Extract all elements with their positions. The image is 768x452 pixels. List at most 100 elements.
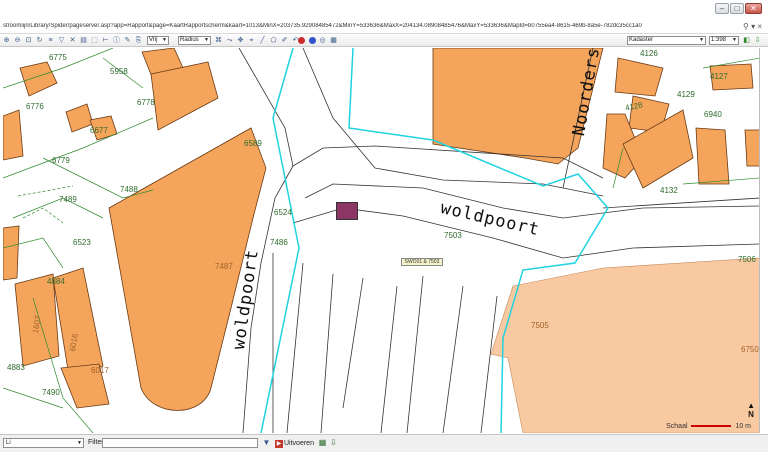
parcel-label: 6589 xyxy=(244,139,262,148)
clear-icon[interactable]: ✕ xyxy=(68,36,77,45)
layer-select[interactable]: Li ▼ xyxy=(3,438,84,448)
toolbar-icons-3: ◎ ▦ xyxy=(318,36,338,45)
zoom-in-icon[interactable]: ⊕ xyxy=(2,36,11,45)
measure-icon[interactable]: ⊢ xyxy=(101,36,110,45)
info-icon[interactable]: ⓘ xyxy=(112,36,121,45)
toolbar-icons: ⊕ ⊖ ⊡ ↻ ≡ ▽ ✕ ▤ ⬚ ⊢ ⓘ ✎ ⎘ xyxy=(2,36,143,45)
parcel-label: 4127 xyxy=(710,72,728,81)
parcel-label: 7503 xyxy=(444,231,462,240)
building-light xyxy=(490,257,759,433)
draw-icon[interactable]: ✎ xyxy=(123,36,132,45)
kadaster-select[interactable]: Kadaster ▼ xyxy=(627,36,706,45)
building xyxy=(150,61,219,131)
toolbar-icons-4: ◧ ⇩ xyxy=(742,36,762,45)
print-icon[interactable]: ▤ xyxy=(79,36,88,45)
parcel-label: 6750 xyxy=(741,345,759,354)
run-button-label: Uitvoeren xyxy=(284,440,314,447)
parcel-label: 4129 xyxy=(677,90,695,99)
parcel-label: 4884 xyxy=(47,277,65,286)
parcel-label: 7506 xyxy=(738,255,756,264)
legend-icon[interactable]: ◧ xyxy=(742,36,751,45)
parcel-label: 6524 xyxy=(274,208,292,217)
building xyxy=(744,129,759,167)
window-controls: – □ ✕ xyxy=(715,3,762,14)
title-bar: – □ ✕ xyxy=(0,0,768,20)
building xyxy=(3,225,20,281)
parcel-label: 6940 xyxy=(704,110,722,119)
close-button[interactable]: ✕ xyxy=(745,3,762,14)
address-url[interactable]: stroomlijn/Library/Spider/pageserver.asp… xyxy=(3,23,733,29)
funnel-icon[interactable]: ▼ xyxy=(262,438,271,447)
parcel-label: 6779 xyxy=(52,156,70,165)
route-icon[interactable]: ⤳ xyxy=(225,36,234,45)
pan-icon[interactable]: ✥ xyxy=(236,36,245,45)
parcel-label: 6677 xyxy=(90,126,108,135)
parcel-label: 7488 xyxy=(120,185,138,194)
radius-select-value: Radius xyxy=(180,37,199,43)
vrij-select-value: Vrij xyxy=(149,37,158,43)
point-icon[interactable]: ⌖ xyxy=(247,36,256,45)
scale-select-value: 1:398 xyxy=(711,37,727,43)
parcel-label: 6776 xyxy=(26,102,44,111)
bottom-bar: Li ▼ Filter ▼ ▶ Uitvoeren ▦ ⇩ xyxy=(0,434,768,452)
parcel-label: 7487 xyxy=(215,262,233,271)
chevron-down-icon: ▼ xyxy=(732,37,737,43)
parcel-label: 4126 xyxy=(640,49,658,58)
parcel-label: 6523 xyxy=(73,238,91,247)
export-icon[interactable]: ⇩ xyxy=(753,36,762,45)
globe-icon[interactable] xyxy=(309,37,316,44)
search-icon[interactable]: ⚲ xyxy=(743,22,749,31)
parcel-label: 7505 xyxy=(531,321,549,330)
parcel-label: 6778 xyxy=(137,98,155,107)
zoom-out-icon[interactable]: ⊖ xyxy=(13,36,22,45)
address-dropdown[interactable]: ▾ xyxy=(751,22,755,31)
building xyxy=(19,61,58,97)
chevron-down-icon: ▼ xyxy=(162,37,167,43)
vrij-select[interactable]: Vrij ▼ xyxy=(147,36,169,45)
polygon-icon[interactable]: ⬠ xyxy=(269,36,278,45)
scale-select[interactable]: 1:398 ▼ xyxy=(709,36,739,45)
parcel-label: 7490 xyxy=(42,388,60,397)
chevron-down-icon: ▼ xyxy=(204,37,209,43)
grid-icon[interactable]: ▦ xyxy=(329,36,338,45)
toolbar-icons-2: ⌘ ⤳ ✥ ⌖ ╱ ⬠ ✐ ↶ xyxy=(214,36,300,45)
copy-icon[interactable]: ⎘ xyxy=(134,36,143,45)
filter-icon[interactable]: ▽ xyxy=(57,36,66,45)
buffer-icon[interactable]: ⌘ xyxy=(214,36,223,45)
table-icon[interactable]: ▦ xyxy=(318,438,327,447)
chevron-down-icon: ▼ xyxy=(77,440,82,446)
map-canvas[interactable]: 6775 5958 6776 6778 6677 6779 6589 7488 … xyxy=(3,48,760,433)
parcel-label: 6017 xyxy=(91,366,109,375)
layers-icon[interactable]: ≡ xyxy=(46,36,55,45)
scale-bar-line xyxy=(691,425,732,428)
building xyxy=(614,57,664,97)
parcel-label: 5958 xyxy=(110,67,128,76)
north-label: N xyxy=(748,410,754,419)
address-actions: ⚲ ▾ × xyxy=(743,22,762,31)
record-icon[interactable] xyxy=(298,37,305,44)
layer-select-value: Li xyxy=(6,440,11,446)
target-icon[interactable]: ◎ xyxy=(318,36,327,45)
building xyxy=(65,103,94,133)
line-icon[interactable]: ╱ xyxy=(258,36,267,45)
select-icon[interactable]: ⬚ xyxy=(90,36,99,45)
refresh-icon[interactable]: ↻ xyxy=(35,36,44,45)
radius-select[interactable]: Radius ▼ xyxy=(178,36,211,45)
run-button[interactable]: ▶ Uitvoeren xyxy=(275,438,314,449)
minimize-button[interactable]: – xyxy=(715,3,729,14)
parcel-label: 4883 xyxy=(7,363,25,372)
parcel-label: 7486 xyxy=(270,238,288,247)
maximize-button[interactable]: □ xyxy=(730,3,744,14)
edit-icon[interactable]: ✐ xyxy=(280,36,289,45)
address-bar[interactable]: stroomlijn/Library/Spider/pageserver.asp… xyxy=(0,21,768,34)
export-icon[interactable]: ⇩ xyxy=(329,438,338,447)
scale-label: Schaal xyxy=(666,423,688,430)
zoom-extent-icon[interactable]: ⊡ xyxy=(24,36,33,45)
building xyxy=(3,109,24,161)
building xyxy=(695,127,730,185)
scale-value: 10 m xyxy=(735,423,751,430)
close-icon[interactable]: × xyxy=(757,22,762,31)
selected-location-marker[interactable] xyxy=(336,202,358,220)
filter-input[interactable] xyxy=(102,438,258,448)
kadaster-select-value: Kadaster xyxy=(629,37,654,43)
